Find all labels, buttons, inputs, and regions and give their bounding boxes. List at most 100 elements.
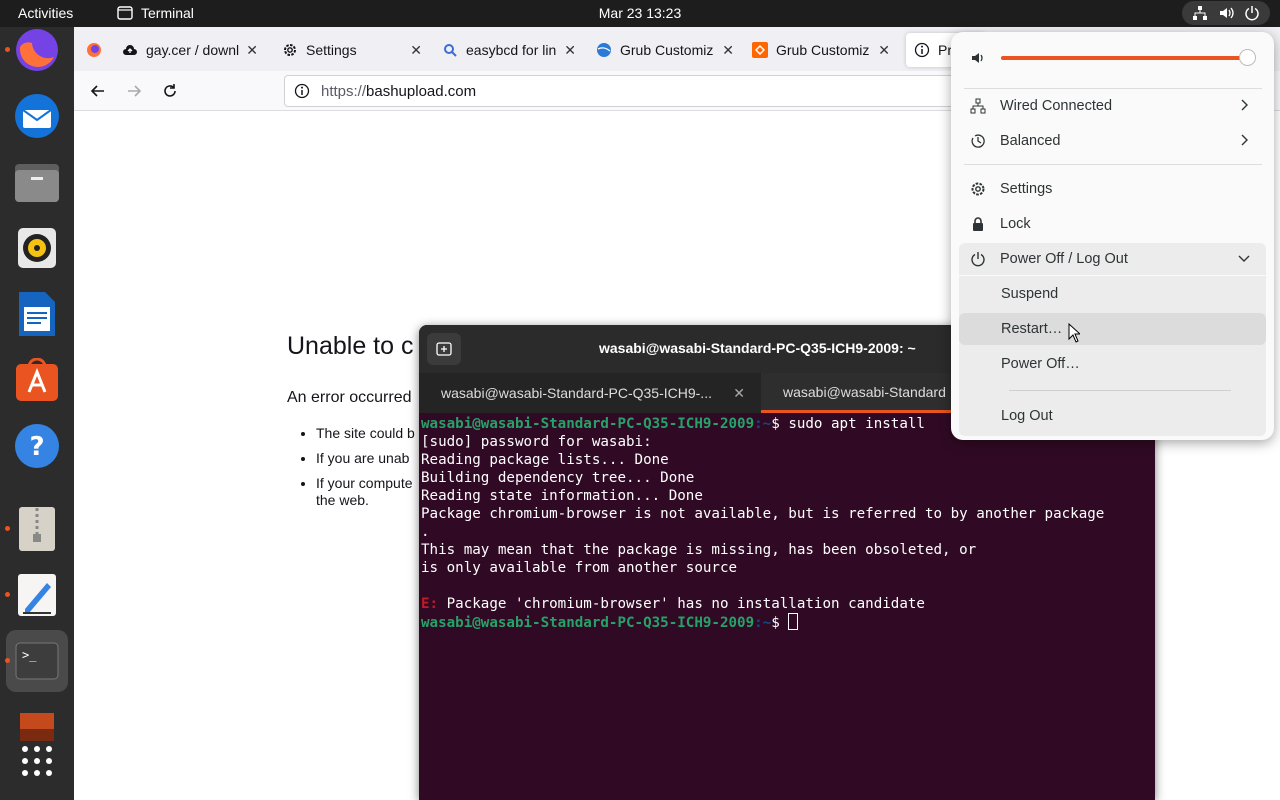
tab-gay-cer[interactable]: gay.cer / downl ✕ (122, 33, 264, 67)
app-menu[interactable]: Terminal (117, 5, 194, 21)
separator (964, 164, 1262, 165)
running-indicator (5, 658, 10, 663)
terminal-output[interactable]: wasabi@wasabi-Standard-PC-Q35-ICH9-2009:… (421, 415, 1153, 632)
dock: ? >_ (0, 27, 74, 800)
terminal-cursor (788, 613, 799, 630)
close-icon[interactable]: ✕ (564, 42, 576, 59)
power-off-item[interactable]: Power Off… (959, 348, 1266, 380)
close-icon[interactable]: ✕ (878, 42, 890, 59)
error-list: The site could b If you are unab If your… (304, 425, 415, 517)
suspend-item[interactable]: Suspend (959, 278, 1266, 310)
dock-text-editor[interactable] (0, 562, 74, 628)
menu-label: Suspend (1001, 286, 1059, 302)
thunderbird-icon (15, 94, 59, 138)
tab-label: gay.cer / downl (146, 42, 240, 58)
top-bar: Activities Terminal Mar 23 13:23 (0, 0, 1280, 27)
power-off-logout-item[interactable]: Power Off / Log Out (959, 243, 1266, 275)
clock[interactable]: Mar 23 13:23 (599, 5, 682, 21)
terminal-command: sudo apt install (788, 416, 925, 432)
menu-label: Log Out (1001, 408, 1053, 424)
volume-slider-handle[interactable] (1239, 49, 1256, 66)
power-icon (971, 252, 985, 267)
cloud-upload-icon (123, 45, 137, 55)
reload-button[interactable] (160, 81, 180, 101)
mouse-pointer-icon (1068, 323, 1080, 343)
tab-easybcd[interactable]: easybcd for lin ✕ (442, 33, 582, 67)
chevron-down-icon (1238, 255, 1250, 262)
wired-connected-item[interactable]: Wired Connected (959, 90, 1266, 122)
dock-firefox[interactable] (0, 17, 74, 83)
volume-slider[interactable] (1001, 49, 1256, 66)
back-button[interactable] (88, 81, 108, 101)
power-mode-item[interactable]: Balanced (959, 125, 1266, 157)
gear-icon (971, 182, 985, 196)
menu-label: Power Off… (1001, 356, 1080, 372)
terminal-tab-label: wasabi@wasabi-Standard (783, 383, 946, 400)
dock-help[interactable]: ? (0, 413, 74, 479)
app-center-icon (16, 358, 58, 401)
tab-grub-customizer-2[interactable]: Grub Customiz ✕ (752, 33, 896, 67)
menu-label: Power Off / Log Out (1000, 251, 1128, 267)
menu-label: Wired Connected (1000, 98, 1113, 114)
firefox-icon (16, 29, 58, 71)
arrow-left-icon (90, 85, 104, 97)
dock-rhythmbox[interactable] (0, 215, 74, 281)
new-tab-icon (436, 342, 452, 356)
firefox-view-button[interactable] (78, 33, 110, 67)
running-indicator (5, 592, 10, 597)
firefox-icon (87, 43, 101, 57)
info-icon (294, 83, 310, 99)
tab-label: Settings (306, 42, 357, 58)
menu-label: Lock (1000, 216, 1031, 232)
dock-writer[interactable] (0, 281, 74, 347)
separator (964, 88, 1262, 89)
help-icon: ? (15, 424, 59, 468)
writer-icon (19, 292, 55, 336)
forward-button[interactable] (124, 81, 144, 101)
close-icon[interactable]: ✕ (246, 42, 258, 59)
terminal-icon: >_ (15, 642, 59, 680)
tab-label: Grub Customiz (776, 42, 870, 58)
network-wired-icon (970, 98, 986, 114)
dock-thunderbird[interactable] (0, 83, 74, 149)
dock-app-center[interactable] (0, 347, 74, 413)
dock-terminal[interactable]: >_ (0, 628, 74, 694)
close-icon[interactable]: ✕ (733, 385, 745, 402)
url-scheme: https:// (321, 82, 367, 100)
separator (1009, 390, 1231, 391)
url-bar[interactable]: https://bashupload.com (284, 75, 984, 107)
menu-label: Balanced (1000, 133, 1061, 149)
lock-item[interactable]: Lock (959, 208, 1266, 240)
terminal-tab-1[interactable]: wasabi@wasabi-Standard-PC-Q35-ICH9-... ✕ (419, 373, 755, 413)
volume-icon (970, 50, 986, 70)
chevron-right-icon (1241, 134, 1248, 146)
dock-show-apps[interactable] (0, 728, 74, 794)
running-indicator (5, 526, 10, 531)
close-icon[interactable]: ✕ (722, 42, 734, 59)
terminal-title: wasabi@wasabi-Standard-PC-Q35-ICH9-2009:… (599, 340, 916, 356)
tab-grub-customizer-1[interactable]: Grub Customiz ✕ (596, 33, 740, 67)
terminal-icon (117, 6, 133, 20)
log-out-item[interactable]: Log Out (959, 400, 1266, 432)
volume-slider-fill (1001, 56, 1247, 60)
error-item: If you are unab (316, 450, 415, 467)
terminal-tab-label: wasabi@wasabi-Standard-PC-Q35-ICH9-... (441, 385, 712, 401)
tab-label: Pr (938, 42, 952, 58)
system-tray[interactable] (1182, 1, 1270, 25)
tab-settings[interactable]: Settings ✕ (282, 33, 428, 67)
menu-label: Restart… (1001, 321, 1063, 337)
files-icon (15, 164, 59, 202)
settings-item[interactable]: Settings (959, 173, 1266, 205)
error-prefix: E: (421, 596, 439, 612)
svg-text:?: ? (29, 432, 44, 462)
volume-icon (1220, 7, 1234, 19)
restart-item[interactable]: Restart… (959, 313, 1266, 345)
new-tab-button[interactable] (427, 333, 461, 365)
app-name: Terminal (141, 5, 194, 21)
lock-icon (973, 217, 983, 231)
dock-archive-manager[interactable] (0, 496, 74, 562)
dock-files[interactable] (0, 149, 74, 215)
gear-icon (284, 44, 296, 56)
archive-manager-icon (19, 507, 55, 551)
close-icon[interactable]: ✕ (410, 42, 422, 59)
